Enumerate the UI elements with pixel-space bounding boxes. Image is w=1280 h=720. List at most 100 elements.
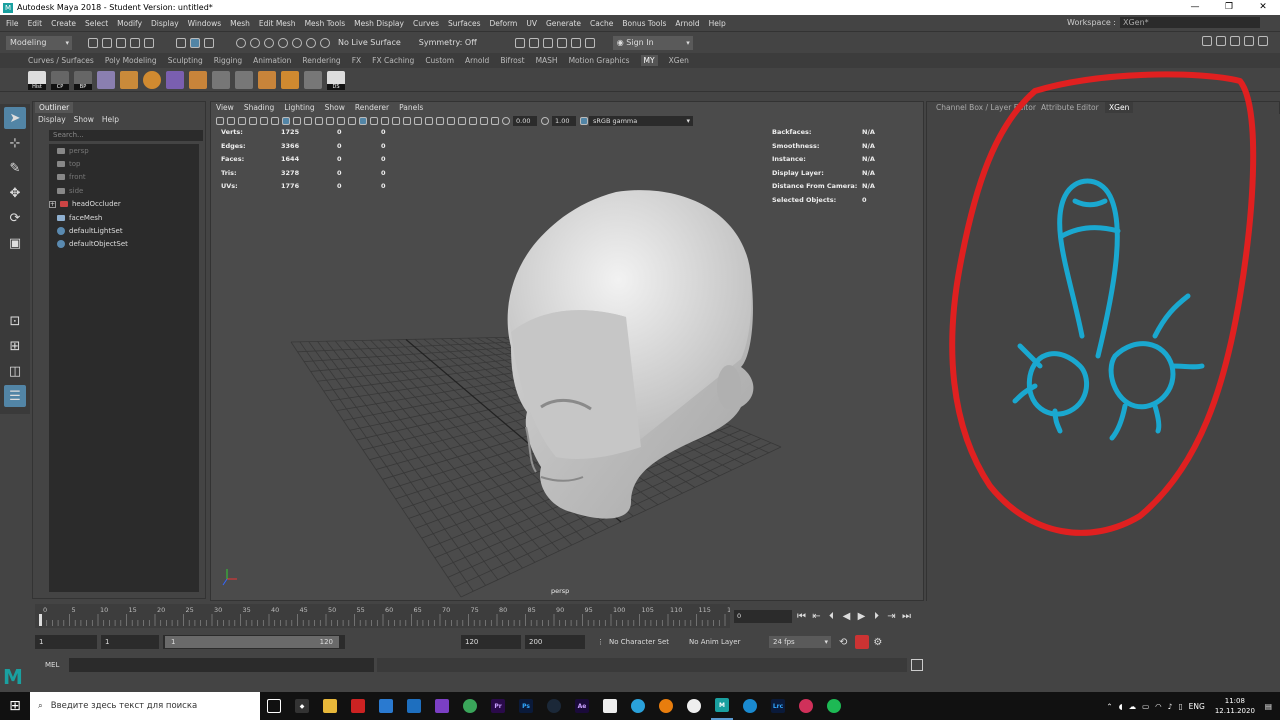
shelf-tab-rendering[interactable]: Rendering [302, 56, 340, 65]
antialias-icon[interactable] [435, 116, 444, 125]
shelf-tab-fx-caching[interactable]: FX Caching [372, 56, 414, 65]
outliner-menu-help[interactable]: Help [102, 115, 119, 124]
steam-icon[interactable] [543, 692, 565, 720]
viewport-menu-panels[interactable]: Panels [399, 103, 423, 112]
notifications-icon[interactable]: ▤ [1265, 702, 1272, 711]
outliner-tab[interactable]: Outliner [35, 102, 74, 113]
3d-viewport[interactable]: Verts: 1725 0 0 Edges: 3366 0 0 Faces: 1644 0 0 T… [211, 127, 923, 600]
render-settings-icon[interactable] [542, 37, 553, 48]
wireframe-icon[interactable] [347, 116, 356, 125]
blender-icon[interactable] [655, 692, 677, 720]
isolate-select-icon[interactable] [457, 116, 466, 125]
task-view-icon[interactable] [263, 692, 285, 720]
lightroom-icon[interactable]: Lrc [767, 692, 789, 720]
xray-components-icon[interactable] [490, 116, 499, 125]
close-button[interactable]: ✕ [1246, 0, 1280, 15]
center-pivot-icon[interactable]: CP [51, 70, 69, 90]
language-indicator[interactable]: ENG [1189, 702, 1205, 711]
minimize-button[interactable]: — [1178, 0, 1212, 15]
select-component-icon[interactable] [204, 37, 214, 48]
menu-select[interactable]: Select [85, 19, 108, 28]
tray-network-icon[interactable]: ▭ [1142, 702, 1149, 711]
bevel-icon[interactable] [258, 70, 276, 89]
menu-file[interactable]: File [6, 19, 19, 28]
outliner-item-defaultobjectset[interactable]: defaultObjectSet [49, 238, 199, 251]
paint-select-tool-icon[interactable]: ✎ [4, 157, 26, 179]
rotate-tool-icon[interactable]: ⟳ [4, 207, 26, 229]
shelf-tab-xgen[interactable]: XGen [669, 56, 689, 65]
select-hierarchy-icon[interactable] [176, 37, 186, 48]
tray-volume-icon[interactable]: ◖ [1119, 702, 1123, 711]
hypershade-icon[interactable] [556, 37, 567, 48]
lights-icon[interactable] [391, 116, 400, 125]
grid-icon[interactable] [212, 70, 230, 89]
snap-view-icon[interactable] [278, 37, 288, 48]
gamma-icon[interactable] [540, 116, 549, 125]
tray-speaker-icon[interactable]: ♪ [1168, 702, 1173, 711]
current-frame-field[interactable]: 0 [734, 609, 792, 623]
shelf-tab-animation[interactable]: Animation [253, 56, 291, 65]
time-slider[interactable]: 0 5 10 15 20 25 30 35 40 45 50 55 60 65 70 75 80 85 90 95 10… [35, 604, 749, 628]
menu-mesh[interactable]: Mesh [230, 19, 250, 28]
step-back-frame-icon[interactable]: ⏴ [824, 611, 839, 622]
menu-edit[interactable]: Edit [28, 19, 43, 28]
snap-point-icon[interactable] [264, 37, 274, 48]
scale-tool-icon[interactable]: ▣ [4, 232, 26, 254]
taskbar-search[interactable]: ⌕ Введите здесь текст для поиска [30, 692, 260, 720]
outliner-menu-show[interactable]: Show [74, 115, 94, 124]
go-to-end-icon[interactable]: ⏭ [899, 611, 914, 622]
viewport-menu-show[interactable]: Show [325, 103, 345, 112]
field-chart-icon[interactable] [325, 116, 334, 125]
step-back-key-icon[interactable]: ⇤ [809, 611, 824, 622]
menu-deform[interactable]: Deform [489, 19, 517, 28]
attribute-editor-icon[interactable] [1230, 36, 1240, 46]
poly-cube-icon[interactable] [120, 70, 138, 89]
shelf-tab-curves-surfaces[interactable]: Curves / Surfaces [28, 56, 94, 65]
gate-mask-icon[interactable] [314, 116, 323, 125]
new-scene-icon[interactable] [88, 37, 98, 48]
character-controls-icon[interactable] [1216, 36, 1226, 46]
bake-pivot-icon[interactable]: BP [74, 70, 92, 90]
range-slider[interactable]: 1 120 [163, 635, 345, 649]
playback-start-field[interactable]: 1 [101, 635, 159, 649]
tray-cloud-icon[interactable]: ☁ [1129, 702, 1137, 711]
mel-label[interactable]: MEL [35, 661, 69, 669]
mel-input[interactable] [69, 658, 374, 672]
grease-pencil-icon[interactable] [270, 116, 279, 125]
render-frame-icon[interactable] [514, 37, 525, 48]
symmetry-dropdown[interactable]: Symmetry: Off [419, 38, 477, 47]
tray-battery-icon[interactable]: ▯ [1179, 702, 1183, 711]
viewport-menu-renderer[interactable]: Renderer [355, 103, 389, 112]
clock[interactable]: 11:08 12.11.2020 [1215, 696, 1255, 716]
taskbar-app-3-icon[interactable] [347, 692, 369, 720]
viewport-menu-shading[interactable]: Shading [244, 103, 274, 112]
save-scene-icon[interactable] [116, 37, 126, 48]
display-settings-icon[interactable]: DS [327, 70, 345, 90]
shadows-icon[interactable] [402, 116, 411, 125]
depth-of-field-icon[interactable] [446, 116, 455, 125]
snap-pivot-icon[interactable] [320, 37, 330, 48]
menu-uv[interactable]: UV [526, 19, 537, 28]
file-explorer-icon[interactable] [319, 692, 341, 720]
anim-prefs-icon[interactable]: ⚙ [873, 637, 882, 648]
viewport-menu-lighting[interactable]: Lighting [284, 103, 314, 112]
bend-deformer-icon[interactable] [166, 70, 184, 89]
live-surface-label[interactable]: No Live Surface [338, 38, 401, 47]
telegram-icon[interactable] [627, 692, 649, 720]
motion-blur-icon[interactable] [424, 116, 433, 125]
extrude-icon[interactable] [189, 70, 207, 89]
sign-in-button[interactable]: ◉ Sign In [612, 35, 693, 50]
viewport-menu-view[interactable]: View [216, 103, 234, 112]
exposure-field[interactable]: 0.00 [513, 115, 537, 126]
end-time-field[interactable]: 200 [525, 635, 585, 649]
edge-icon[interactable] [739, 692, 761, 720]
store-icon[interactable] [403, 692, 425, 720]
outliner-layout-icon[interactable]: ☰ [4, 385, 26, 407]
after-effects-icon[interactable]: Ae [571, 692, 593, 720]
menu-help[interactable]: Help [709, 19, 726, 28]
shelf-tab-arnold[interactable]: Arnold [465, 56, 489, 65]
paint-tool-icon[interactable] [97, 70, 115, 89]
redo-icon[interactable] [144, 37, 154, 48]
textured-icon[interactable] [380, 116, 389, 125]
outliner-item-top[interactable]: top [49, 157, 199, 170]
